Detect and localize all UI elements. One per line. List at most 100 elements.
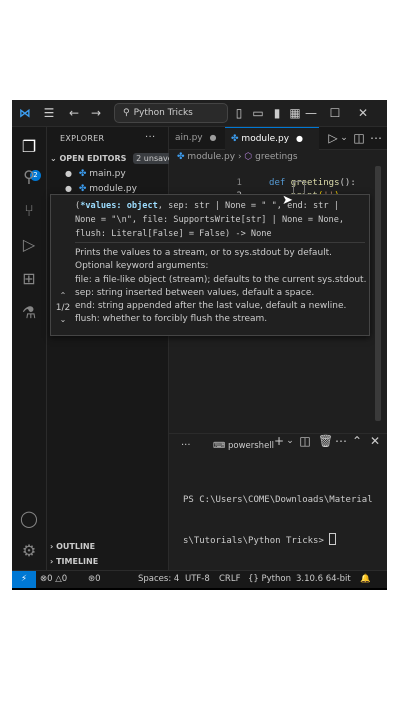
maximize-panel-icon[interactable]: ⌃ [351, 428, 363, 454]
chevron-down-icon: ⌄ [50, 154, 57, 163]
encoding-indicator[interactable]: UTF-8 [185, 571, 210, 588]
run-debug-icon[interactable]: ▷ [17, 233, 41, 257]
remote-indicator-icon[interactable]: ⚡ [12, 571, 36, 588]
source-control-icon[interactable]: ⑂ [17, 199, 41, 223]
error-count: 0 [47, 574, 53, 584]
breadcrumb-file[interactable]: module.py [187, 152, 235, 162]
mouse-pointer-icon: ➤ [282, 193, 293, 208]
toggle-panel-icon[interactable]: ▭ [251, 100, 265, 126]
terminal-line: PS C:\Users\COME\Downloads\Material [183, 495, 373, 505]
menu-icon[interactable]: ☰ [40, 100, 58, 126]
forward-arrow-icon[interactable]: → [88, 100, 104, 126]
interpreter-version[interactable]: 3.10.6 64-bit [296, 571, 351, 588]
title-bar: ⋈ ☰ ← → ⚲ Python Tricks ▯ ▭ ▮ ▦ — ☐ ✕ [12, 100, 387, 127]
unsaved-dot-icon[interactable]: ● [65, 184, 72, 193]
editor-scrollbar[interactable] [375, 166, 381, 421]
tab-main-py[interactable]: ain.py ● [169, 127, 222, 149]
search-view-icon[interactable]: ⚲ [17, 165, 41, 189]
open-editors-section[interactable]: ⌄ OPEN EDITORS 2 unsaved [50, 153, 181, 164]
bracket-match-box [293, 181, 305, 195]
new-terminal-icon[interactable]: + [273, 428, 285, 454]
python-file-icon: ✤ [78, 169, 87, 179]
unsaved-dot-icon[interactable]: ● [210, 133, 217, 142]
unsaved-dot-icon[interactable]: ● [65, 169, 72, 178]
overload-pager: 1/2 [55, 303, 71, 313]
tab-module-py[interactable]: ✤ module.py ● [225, 127, 319, 150]
run-dropdown-icon[interactable]: ⌄ [339, 125, 349, 151]
notifications-bell-icon[interactable]: 🔔 [360, 571, 371, 588]
timeline-label: TIMELINE [56, 557, 99, 566]
chevron-down-icon[interactable]: ⌄ [53, 315, 73, 324]
settings-gear-icon[interactable]: ⚙ [17, 539, 41, 563]
sig-line1-rest: , sep: str | None = " ", end: str | [157, 201, 339, 211]
breadcrumb: ✤ module.py › ⬡ greetings [177, 152, 298, 162]
command-center-search[interactable]: ⚲ Python Tricks [114, 103, 228, 123]
open-editors-label: OPEN EDITORS [59, 154, 127, 163]
outline-label: OUTLINE [56, 542, 96, 551]
ports-count: 0 [95, 574, 101, 584]
customize-layout-icon[interactable]: ▦ [288, 100, 302, 126]
timeline-section[interactable]: › TIMELINE [50, 557, 98, 566]
terminal-tab[interactable]: ⌨ powershell [213, 441, 274, 451]
close-window-icon[interactable]: ✕ [354, 100, 372, 126]
vscode-logo-icon: ⋈ [19, 106, 31, 120]
problems-indicator[interactable]: ⊗0 △0 [40, 571, 67, 588]
explorer-more-button[interactable]: ··· [145, 132, 155, 143]
popup-divider [75, 242, 365, 243]
doc-line: end: string appended after the last valu… [75, 301, 347, 312]
breadcrumb-symbol[interactable]: greetings [255, 152, 297, 162]
vscode-window: ⋈ ☰ ← → ⚲ Python Tricks ▯ ▭ ▮ ▦ — ☐ ✕ ❐ 2… [12, 100, 387, 590]
kill-terminal-icon[interactable]: 🗑 [318, 428, 333, 454]
editor-more-icon[interactable]: ⋯ [370, 125, 382, 151]
extensions-icon[interactable]: ⊞ [17, 267, 41, 291]
testing-icon[interactable]: ⚗ [17, 301, 41, 325]
split-terminal-icon[interactable]: ◫ [299, 428, 311, 454]
function-symbol-icon: ⬡ [244, 152, 253, 162]
file-name: main.py [89, 169, 126, 179]
run-python-file-icon[interactable]: ▷ [327, 125, 339, 151]
explorer-icon[interactable]: ❐ [17, 135, 41, 159]
open-editor-item[interactable]: ● ✤ main.py [65, 169, 126, 179]
eol-indicator[interactable]: CRLF [219, 571, 240, 588]
chevron-up-icon[interactable]: ⌃ [53, 291, 73, 300]
file-name: module.py [89, 184, 137, 194]
terminal-line: s\Tutorials\Python Tricks> [183, 536, 330, 546]
language-mode[interactable]: {} Python [248, 571, 291, 588]
terminal-cursor [329, 533, 337, 545]
close-panel-icon[interactable]: ✕ [369, 428, 381, 454]
chevron-right-icon: › [50, 557, 54, 566]
sig-line2: None = "\n", file: SupportsWrite[str] | … [75, 215, 345, 225]
open-editor-item[interactable]: ● ✤ module.py [65, 184, 137, 194]
panel-more-icon[interactable]: ⋯ [335, 428, 347, 454]
indentation-indicator[interactable]: Spaces: 4 [138, 571, 179, 588]
python-file-icon: ✤ [231, 134, 239, 144]
terminal-icon: ⌨ [213, 441, 226, 451]
doc-line: Optional keyword arguments: [75, 261, 209, 272]
terminal-dropdown-icon[interactable]: ⌄ [285, 428, 295, 454]
toggle-sidebar-icon[interactable]: ▯ [232, 100, 246, 126]
toggle-secondary-sidebar-icon[interactable]: ▮ [270, 100, 284, 126]
search-text: Python Tricks [133, 108, 193, 118]
doc-line: file: a file-like object (stream); defau… [75, 274, 367, 285]
signature-tail: (): [339, 178, 356, 188]
doc-line: flush: whether to forcibly flush the str… [75, 314, 268, 325]
outline-section[interactable]: › OUTLINE [50, 542, 95, 551]
chevron-right-icon: › [50, 542, 54, 551]
back-arrow-icon[interactable]: ← [66, 100, 82, 126]
ports-indicator[interactable]: ⊛0 [88, 571, 101, 588]
active-parameter: *values: object [80, 201, 158, 211]
signature-text: (*values: object, sep: str | None = " ",… [75, 199, 365, 241]
sig-line3: flush: Literal[False] = False) -> None [75, 229, 272, 239]
split-editor-icon[interactable]: ◫ [353, 125, 365, 151]
panel-more-button[interactable]: ··· [181, 440, 191, 451]
terminal-output[interactable]: PS C:\Users\COME\Downloads\Material s\Tu… [183, 468, 373, 574]
minimize-icon[interactable]: — [302, 100, 320, 126]
activity-bar: ❐ 2 ⚲ ⑂ ▷ ⊞ ⚗ ◯ ⚙ [12, 127, 47, 570]
language-name: Python [261, 574, 291, 584]
maximize-icon[interactable]: ☐ [326, 100, 344, 126]
warning-count: 0 [61, 574, 68, 584]
account-icon[interactable]: ◯ [17, 507, 41, 531]
unsaved-dot-icon[interactable]: ● [296, 134, 303, 143]
status-bar: ⚡ ⊗0 △0 ⊛0 Spaces: 4 UTF-8 CRLF {} Pytho… [12, 570, 387, 588]
docstring: Prints the values to a stream, or to sys… [75, 247, 367, 327]
